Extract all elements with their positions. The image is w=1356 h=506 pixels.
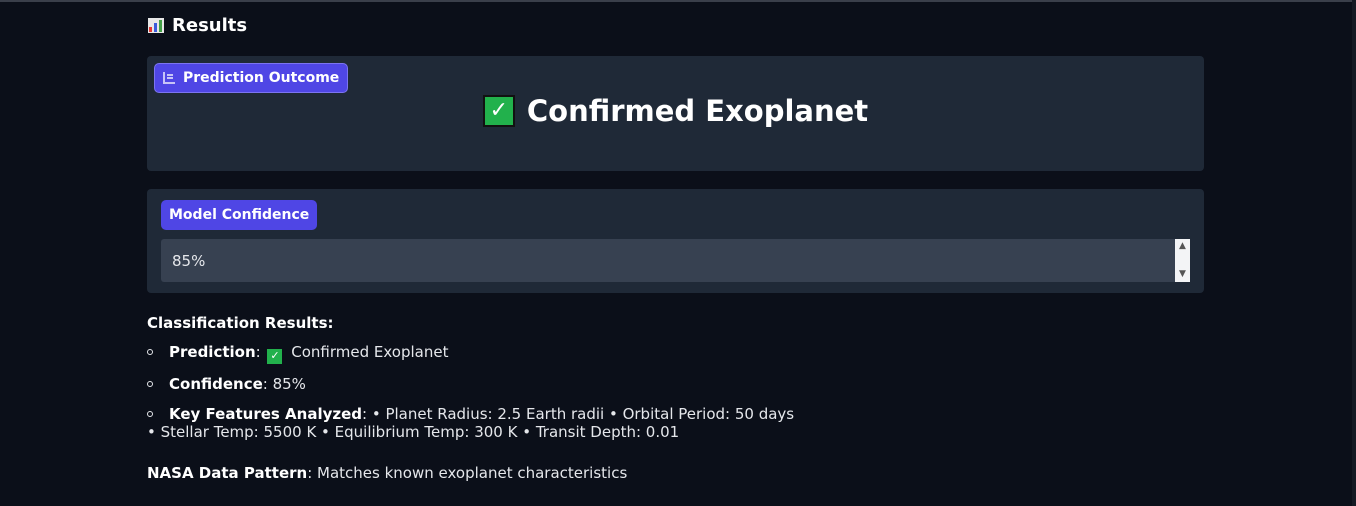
list-item-confidence: Confidence: 85% [147,374,1204,394]
model-confidence-label: Model Confidence [169,207,310,223]
outcome-text: Confirmed Exoplanet [526,94,869,128]
nasa-data-pattern: NASA Data Pattern: Matches known exoplan… [147,463,628,482]
features-label: Key Features Analyzed [169,404,363,423]
confidence-field[interactable]: 85% ▲ ▼ [161,239,1190,282]
check-icon: ✓ [482,95,515,127]
list-item-features: Key Features Analyzed: • Planet Radius: … [147,404,1204,424]
features-line-1: • Planet Radius: 2.5 Earth radii • Orbit… [371,404,795,423]
prediction-label: Prediction [169,343,256,361]
classification-heading: Classification Results: [147,314,334,332]
list-item-prediction: Prediction: ✓ Confirmed Exoplanet [147,342,1204,364]
scroll-down-icon[interactable]: ▼ [1179,270,1186,279]
results-title: Results [172,15,248,36]
bar-chart-icon [148,18,164,33]
confidence-label: Confidence [169,374,263,393]
model-confidence-badge: Model Confidence [161,200,318,230]
model-confidence-panel: Model Confidence 85% ▲ ▼ [147,189,1204,293]
prediction-value: Confirmed Exoplanet [291,343,449,361]
features-line-2: • Stellar Temp: 5500 K • Equilibrium Tem… [147,422,680,441]
confidence-value: 85% [172,251,206,270]
prediction-outcome-panel: Prediction Outcome ✓ Confirmed Exoplanet [147,56,1204,171]
scroll-up-icon[interactable]: ▲ [1179,242,1186,251]
nasa-value: Matches known exoplanet characteristics [317,463,628,482]
results-header: Results [148,15,247,36]
prediction-outcome-badge: Prediction Outcome [154,63,349,93]
prediction-outcome-label: Prediction Outcome [183,70,340,86]
nasa-label: NASA Data Pattern [147,463,308,482]
chart-icon [163,72,175,84]
check-icon: ✓ [267,348,283,364]
window-edge [1352,0,1356,506]
classification-list: Prediction: ✓ Confirmed Exoplanet Confid… [147,342,1204,424]
prediction-outcome-value: ✓ Confirmed Exoplanet [147,94,1204,128]
scrollbar[interactable]: ▲ ▼ [1175,239,1190,282]
top-border [0,0,1356,2]
classification-results: Classification Results: Prediction: ✓ Co… [147,314,1204,482]
confidence-text: 85% [272,374,306,393]
